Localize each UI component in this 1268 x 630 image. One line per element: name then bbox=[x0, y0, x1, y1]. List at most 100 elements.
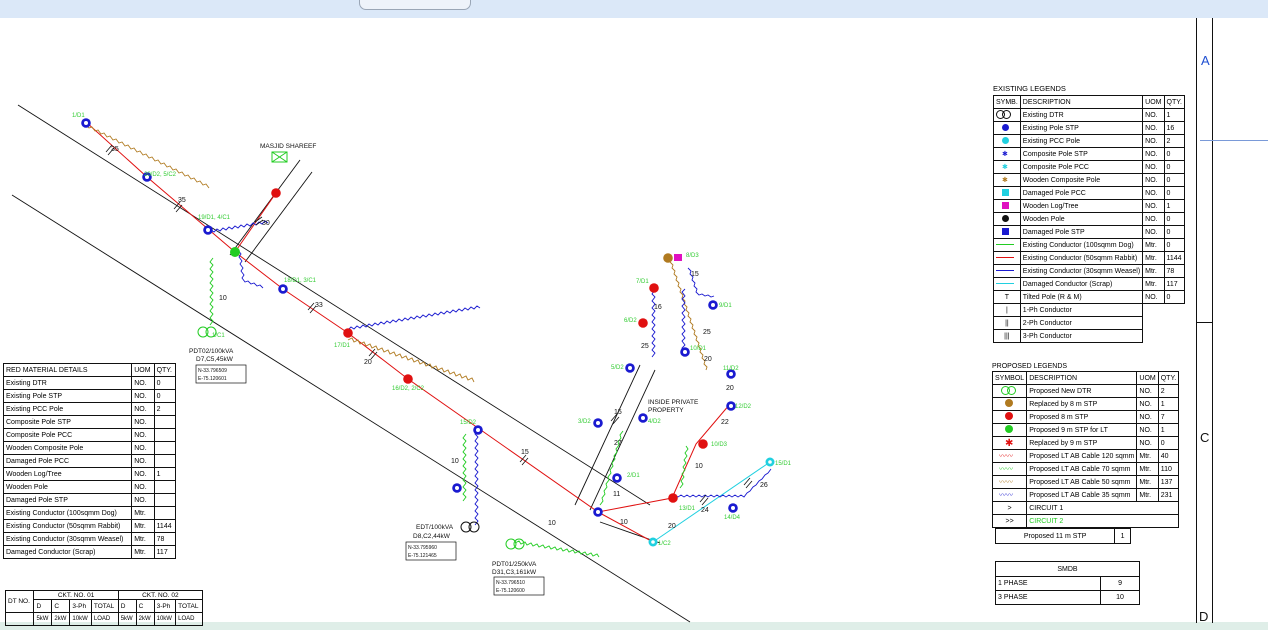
table-cell: Proposed 9 m STP for LT bbox=[1026, 423, 1138, 437]
table-cell: 1 bbox=[1157, 397, 1180, 411]
table-cell bbox=[153, 454, 177, 468]
frame-line bbox=[1200, 140, 1268, 141]
table-cell: 〰〰 bbox=[991, 449, 1028, 463]
table-cell: 5kW bbox=[33, 612, 53, 626]
stp11-table: Proposed 11 m STP 1 bbox=[994, 528, 1131, 544]
lane-right-b bbox=[589, 369, 656, 511]
span-label: 27 bbox=[614, 440, 622, 447]
table-cell: Existing Conductor (30sqmm Weasel) bbox=[1019, 264, 1144, 278]
table-cell: Proposed 8 m STP bbox=[1026, 410, 1138, 424]
wooden-composite-icon: ✱ bbox=[1002, 177, 1008, 184]
pole-label: 8/D3 bbox=[686, 253, 699, 259]
table-row: D C 3-Ph TOTAL D C 3-Ph TOTAL bbox=[6, 599, 203, 613]
span-label: 22 bbox=[721, 419, 729, 426]
table-cell bbox=[4, 612, 35, 626]
table-cell: TOTAL bbox=[90, 599, 119, 613]
table-cell: Mtr. bbox=[1136, 475, 1159, 489]
table-cell: Existing PCC Pole bbox=[1019, 134, 1144, 148]
table-cell: ✱ bbox=[993, 173, 1021, 187]
table-cell: CIRCUIT 2 bbox=[1026, 514, 1180, 528]
table-row: Existing PCC Pole NO. 2 bbox=[2, 402, 177, 416]
one-phase-icon: | bbox=[993, 303, 1021, 317]
table-row: Existing Conductor (100sqmm Dog) Mtr. 0 bbox=[993, 238, 1185, 252]
table-cell bbox=[991, 423, 1028, 437]
table-row: 3 PHASE 10 bbox=[994, 590, 1140, 605]
pdt01-northing: N-33.796510 bbox=[496, 580, 525, 586]
table-cell: 0 bbox=[1163, 147, 1185, 161]
span-label: 24 bbox=[701, 507, 709, 514]
table-cell: Existing Pole STP bbox=[1019, 121, 1144, 135]
cable-35-icon: 〰〰 bbox=[999, 492, 1013, 499]
table-cell: Mtr. bbox=[1142, 238, 1165, 252]
table-cell: UOM bbox=[1136, 371, 1159, 385]
table-cell: Proposed New DTR bbox=[1026, 384, 1138, 398]
existing-legend-title: EXISTING LEGENDS bbox=[993, 84, 1066, 93]
table-cell: 0 bbox=[1163, 225, 1185, 239]
dog-conductor-icon bbox=[996, 244, 1014, 246]
pole-label: 1/C1 bbox=[212, 333, 225, 339]
table-cell bbox=[993, 121, 1021, 135]
table-cell: 1 bbox=[1157, 423, 1180, 437]
table-cell: NO. bbox=[1142, 225, 1165, 239]
table-cell: Existing Conductor (50sqmm Rabbit) bbox=[1019, 251, 1144, 265]
pole-label: 4/D2 bbox=[648, 419, 661, 425]
three-phase-icon: ||| bbox=[993, 329, 1021, 343]
table-cell: NO. bbox=[1142, 160, 1165, 174]
circuit-table: DT NO. CKT. NO. 01 CKT. NO. 02 D C 3-Ph TOT… bbox=[4, 590, 204, 626]
table-cell: Tilted Pole (R & M) bbox=[1019, 290, 1144, 304]
table-row: > CIRCUIT 1 bbox=[991, 501, 1180, 515]
table-cell: Damaged Pole PCC bbox=[1019, 186, 1144, 200]
header-cell: DESCRIPTION bbox=[1019, 95, 1144, 109]
span-label: 16 bbox=[654, 304, 662, 311]
table-cell: NO. bbox=[131, 454, 155, 468]
frame-line bbox=[1196, 322, 1213, 323]
table-row: | 1-Ph Conductor bbox=[993, 303, 1185, 317]
table-row: Existing PCC Pole NO. 2 bbox=[993, 134, 1185, 148]
conductor-red-tail bbox=[597, 511, 654, 543]
table-cell: Composite Pole STP bbox=[2, 415, 133, 429]
pdt02-detail: D7,C5,45kW bbox=[196, 356, 234, 363]
table-cell: Proposed LT AB Cable 70 sqmm bbox=[1026, 462, 1138, 476]
span-labels: 35 35 30 10 33 20 15 10 10 15 27 11 25 1… bbox=[111, 146, 768, 530]
table-cell: SMDB bbox=[995, 561, 1140, 577]
table-cell bbox=[993, 212, 1021, 226]
table-cell: 0 bbox=[1163, 173, 1185, 187]
pole-label: 12/D2 bbox=[735, 404, 752, 410]
table-cell: Composite Pole PCC bbox=[2, 428, 133, 442]
table-cell: Existing Conductor (100sqmm Dog) bbox=[1019, 238, 1144, 252]
table-cell: 2kW bbox=[135, 612, 155, 626]
table-cell: NO. bbox=[1142, 121, 1165, 135]
edt-easting: E-75.121465 bbox=[408, 553, 437, 559]
pole-label: 19/D1, 4/C1 bbox=[198, 215, 231, 221]
pole-label: 15/D1 bbox=[775, 461, 792, 467]
table-cell: TOTAL bbox=[175, 599, 203, 613]
table-cell: 117 bbox=[153, 545, 177, 559]
table-cell: >> bbox=[991, 514, 1028, 528]
span-label: 33 bbox=[315, 302, 323, 309]
pole-label: 18/D1, 3/C1 bbox=[284, 278, 317, 284]
table-cell: NO. bbox=[1142, 147, 1165, 161]
table-cell: NO. bbox=[1142, 108, 1165, 122]
composite-pcc-icon: ✱ bbox=[1002, 164, 1008, 171]
span-label: 20 bbox=[668, 523, 676, 530]
pole-label: 13/D1 bbox=[679, 506, 696, 512]
pole-label: 9/D1 bbox=[719, 303, 732, 309]
table-cell: LOAD bbox=[90, 612, 119, 626]
pdt01-detail: D31,C3,161kW bbox=[492, 569, 537, 576]
table-cell: Mtr. bbox=[1142, 251, 1165, 265]
table-header: RED MATERIAL DETAILS UOM QTY. bbox=[2, 363, 177, 377]
table-cell: NO. bbox=[131, 493, 155, 507]
table-row: Replaced by 8 m STP NO. 1 bbox=[991, 397, 1180, 411]
table-row: Existing Conductor (100sqmm Dog) Mtr. bbox=[2, 506, 177, 520]
table-cell: NO. bbox=[131, 402, 155, 416]
table-cell: 9 bbox=[1100, 576, 1140, 591]
table-cell: Damaged Conductor (Scrap) bbox=[2, 545, 133, 559]
table-cell: Existing Conductor (30sqmm Weasel) bbox=[2, 532, 133, 546]
table-cell: ✱ bbox=[993, 147, 1021, 161]
table-cell: 1 bbox=[1163, 108, 1185, 122]
span-label: 35 bbox=[111, 146, 119, 153]
table-row: Existing Conductor (50sqmm Rabbit) Mtr. 11… bbox=[2, 519, 177, 533]
table-row: Composite Pole STP NO. bbox=[2, 415, 177, 429]
table-row: 〰〰 Proposed LT AB Cable 120 sqmm Mtr. 40 bbox=[991, 449, 1180, 463]
table-cell: Mtr. bbox=[1136, 462, 1159, 476]
